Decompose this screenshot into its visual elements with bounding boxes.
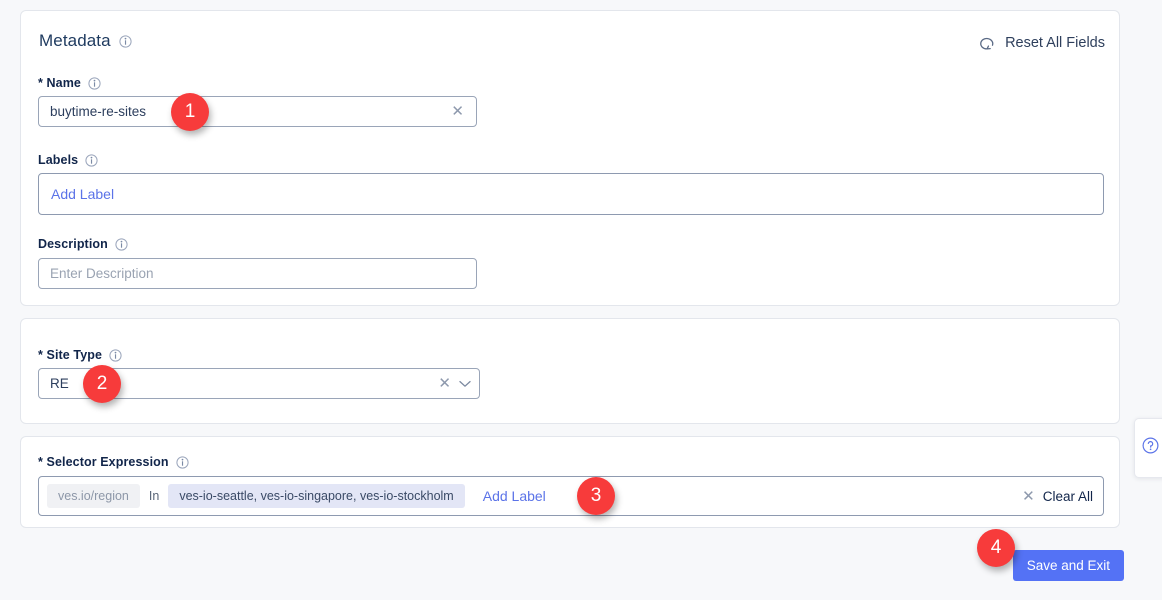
metadata-card-header: Metadata xyxy=(39,31,132,51)
name-input[interactable]: buytime-re-sites ✕ xyxy=(38,96,477,127)
reset-arrow-icon xyxy=(978,36,996,51)
step-badge-2: 2 xyxy=(83,365,121,403)
chevron-down-icon[interactable] xyxy=(455,380,475,388)
site-type-label-text: * Site Type xyxy=(38,348,103,362)
form-page: Metadata Reset All Fields * Name buytime… xyxy=(0,0,1162,600)
add-label-link[interactable]: Add Label xyxy=(51,186,114,202)
name-field-label: * Name xyxy=(38,76,101,90)
step-badge-4: 4 xyxy=(977,529,1015,567)
help-tab-button[interactable] xyxy=(1134,418,1162,478)
site-type-field-label: * Site Type xyxy=(38,348,122,362)
info-icon[interactable] xyxy=(109,348,122,362)
description-placeholder: Enter Description xyxy=(50,266,154,281)
help-circle-icon xyxy=(1142,437,1159,459)
name-input-value: buytime-re-sites xyxy=(50,104,147,119)
close-icon: ✕ xyxy=(1022,487,1035,505)
labels-field-label: Labels xyxy=(38,153,98,167)
info-icon[interactable] xyxy=(85,153,98,167)
selector-key-chip[interactable]: ves.io/region xyxy=(47,484,140,508)
description-label-text: Description xyxy=(38,237,108,251)
info-icon[interactable] xyxy=(176,455,189,469)
save-and-exit-button[interactable]: Save and Exit xyxy=(1012,550,1124,581)
add-label-link[interactable]: Add Label xyxy=(483,488,546,504)
labels-label-text: Labels xyxy=(38,153,79,167)
info-icon[interactable] xyxy=(119,34,132,48)
step-badge-3: 3 xyxy=(577,477,615,515)
selector-expression-label-text: * Selector Expression xyxy=(38,455,169,469)
selector-expression-box[interactable]: ves.io/region In ves-io-seattle, ves-io-… xyxy=(38,476,1104,516)
close-icon[interactable]: ✕ xyxy=(434,376,455,391)
info-icon[interactable] xyxy=(88,76,101,90)
description-field-label: Description xyxy=(38,237,128,251)
name-label-text: * Name xyxy=(38,76,81,90)
clear-all-button[interactable]: ✕ Clear All xyxy=(1022,489,1093,504)
labels-input-box[interactable]: Add Label xyxy=(38,173,1104,215)
selector-expression-field-label: * Selector Expression xyxy=(38,455,189,469)
selector-values-chip[interactable]: ves-io-seattle, ves-io-singapore, ves-io… xyxy=(168,484,465,508)
step-badge-1: 1 xyxy=(171,93,209,131)
clear-all-label: Clear All xyxy=(1042,488,1093,504)
selector-operator-chip[interactable]: In xyxy=(140,484,168,508)
reset-all-fields-button[interactable]: Reset All Fields xyxy=(978,35,1105,51)
page-title: Metadata xyxy=(39,31,111,50)
reset-all-fields-label: Reset All Fields xyxy=(1005,35,1105,51)
close-icon[interactable]: ✕ xyxy=(447,104,468,119)
description-input[interactable]: Enter Description xyxy=(38,258,477,289)
info-icon[interactable] xyxy=(115,237,128,251)
